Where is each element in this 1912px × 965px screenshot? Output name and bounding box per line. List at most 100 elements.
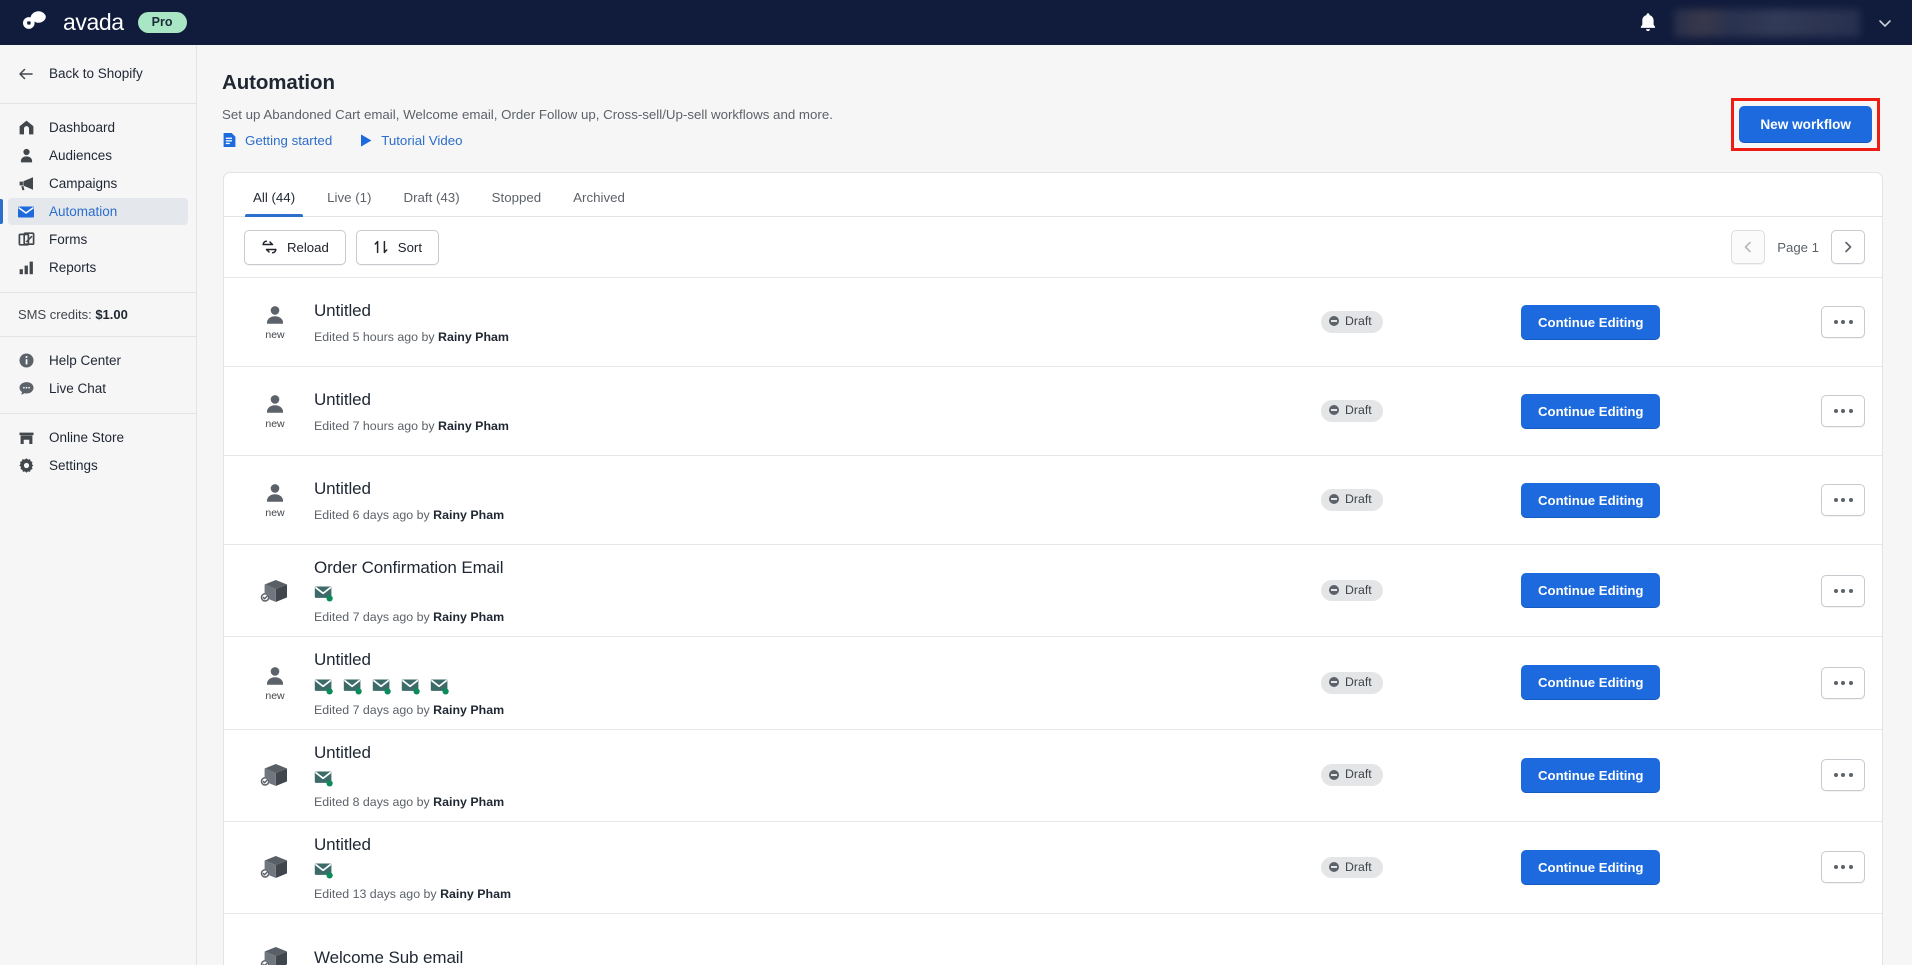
tab-all[interactable]: All (44) xyxy=(237,191,311,216)
sms-credits-value: $1.00 xyxy=(95,307,128,322)
continue-editing-button[interactable]: Continue Editing xyxy=(1521,305,1660,340)
home-icon xyxy=(16,118,36,138)
tutorial-video-link[interactable]: Tutorial Video xyxy=(359,132,462,148)
row-email-nodes xyxy=(314,770,1321,787)
tab-archived[interactable]: Archived xyxy=(557,191,641,216)
prev-page-button[interactable] xyxy=(1731,230,1765,264)
brand[interactable]: avada xyxy=(0,10,124,36)
table-row[interactable]: UntitledEdited 13 days ago by Rainy Pham… xyxy=(224,822,1882,914)
more-actions-button[interactable] xyxy=(1821,306,1865,338)
workflow-tabs: All (44) Live (1) Draft (43) Stopped Arc… xyxy=(224,173,1882,217)
sidebar-item-online-store[interactable]: Online Store xyxy=(8,424,188,451)
sidebar-section-support: Help Center Live Chat xyxy=(0,337,196,414)
chevron-left-icon xyxy=(1741,240,1755,254)
row-trigger-icon xyxy=(252,577,298,605)
row-status-cell: Draft xyxy=(1321,400,1521,421)
row-status-cell: Draft xyxy=(1321,764,1521,785)
more-actions-button[interactable] xyxy=(1821,759,1865,791)
new-tag: new xyxy=(265,419,284,430)
row-author: Rainy Pham xyxy=(433,508,504,522)
more-actions-button[interactable] xyxy=(1821,395,1865,427)
sidebar-item-campaigns[interactable]: Campaigns xyxy=(8,170,188,197)
sidebar-item-help-center[interactable]: Help Center xyxy=(8,347,188,374)
sidebar-item-back-to-shopify[interactable]: Back to Shopify xyxy=(8,55,188,92)
row-author: Rainy Pham xyxy=(440,887,511,901)
row-email-nodes xyxy=(314,678,1321,695)
chevron-down-icon[interactable] xyxy=(1876,14,1894,32)
row-body: UntitledEdited 5 hours ago by Rainy Pham xyxy=(314,288,1321,355)
draft-dot-icon xyxy=(1329,316,1339,326)
row-cta-cell: Continue Editing xyxy=(1521,850,1821,885)
sidebar-item-live-chat[interactable]: Live Chat xyxy=(8,375,188,402)
row-meta: Edited 6 days ago by Rainy Pham xyxy=(314,508,1321,522)
continue-editing-button[interactable]: Continue Editing xyxy=(1521,573,1660,608)
tab-stopped[interactable]: Stopped xyxy=(476,191,558,216)
more-actions-button[interactable] xyxy=(1821,667,1865,699)
user-account-name[interactable] xyxy=(1674,9,1860,37)
sort-arrows-icon xyxy=(373,239,389,255)
workflow-list-card: All (44) Live (1) Draft (43) Stopped Arc… xyxy=(223,172,1883,965)
sms-credits: SMS credits: $1.00 xyxy=(0,293,196,337)
page-header: Automation Set up Abandoned Cart email, … xyxy=(197,45,1912,148)
more-actions-button[interactable] xyxy=(1821,575,1865,607)
row-cta-cell: Continue Editing xyxy=(1521,305,1821,340)
row-trigger-icon: new xyxy=(252,481,298,519)
sidebar-item-reports[interactable]: Reports xyxy=(8,254,188,281)
continue-editing-button[interactable]: Continue Editing xyxy=(1521,850,1660,885)
info-circle-icon xyxy=(16,351,36,371)
row-body: UntitledEdited 8 days ago by Rainy Pham xyxy=(314,730,1321,821)
table-row[interactable]: newUntitledEdited 5 hours ago by Rainy P… xyxy=(224,278,1882,367)
table-row[interactable]: newUntitledEdited 7 hours ago by Rainy P… xyxy=(224,367,1882,456)
reload-button[interactable]: Reload xyxy=(244,230,346,265)
sidebar-item-settings[interactable]: Settings xyxy=(8,452,188,479)
continue-editing-button[interactable]: Continue Editing xyxy=(1521,665,1660,700)
row-status-cell: Draft xyxy=(1321,311,1521,332)
row-meta: Edited 7 days ago by Rainy Pham xyxy=(314,610,1321,624)
table-row[interactable]: Order Confirmation Email Edited 7 days ag… xyxy=(224,545,1882,637)
sidebar-item-label: Campaigns xyxy=(49,177,117,191)
table-row[interactable]: Welcome Sub email xyxy=(224,914,1882,965)
continue-editing-button[interactable]: Continue Editing xyxy=(1521,758,1660,793)
row-body: Order Confirmation Email Edited 7 days ag… xyxy=(314,545,1321,636)
more-actions-button[interactable] xyxy=(1821,484,1865,516)
sort-button[interactable]: Sort xyxy=(356,230,439,265)
page-header-links: Getting started Tutorial Video xyxy=(222,132,1912,148)
row-email-nodes xyxy=(314,862,1321,879)
next-page-button[interactable] xyxy=(1831,230,1865,264)
sidebar-item-dashboard[interactable]: Dashboard xyxy=(8,114,188,141)
tab-live[interactable]: Live (1) xyxy=(311,191,387,216)
person-icon xyxy=(262,481,288,507)
row-cta-cell: Continue Editing xyxy=(1521,665,1821,700)
continue-editing-button[interactable]: Continue Editing xyxy=(1521,483,1660,518)
table-row[interactable]: newUntitledEdited 6 days ago by Rainy Ph… xyxy=(224,456,1882,545)
megaphone-icon xyxy=(16,174,36,194)
table-row[interactable]: UntitledEdited 8 days ago by Rainy PhamD… xyxy=(224,730,1882,822)
sidebar-item-label: Online Store xyxy=(49,431,124,445)
row-more-cell xyxy=(1821,851,1865,883)
email-node-icon xyxy=(430,678,450,695)
sidebar-item-forms[interactable]: Forms xyxy=(8,226,188,253)
row-trigger-icon xyxy=(252,761,298,789)
email-node-icon xyxy=(372,678,392,695)
table-row[interactable]: newUntitledEdited 7 days ago by Rainy Ph… xyxy=(224,637,1882,729)
more-actions-button[interactable] xyxy=(1821,851,1865,883)
row-status-cell: Draft xyxy=(1321,672,1521,693)
continue-editing-button[interactable]: Continue Editing xyxy=(1521,394,1660,429)
row-meta: Edited 7 hours ago by Rainy Pham xyxy=(314,419,1321,433)
email-node-icon xyxy=(401,678,421,695)
chat-bubble-icon xyxy=(16,379,36,399)
tab-draft[interactable]: Draft (43) xyxy=(387,191,475,216)
row-more-cell xyxy=(1821,575,1865,607)
row-meta: Edited 8 days ago by Rainy Pham xyxy=(314,795,1321,809)
draft-dot-icon xyxy=(1329,585,1339,595)
sidebar-item-audiences[interactable]: Audiences xyxy=(8,142,188,169)
page-subtitle: Set up Abandoned Cart email, Welcome ema… xyxy=(222,107,1912,122)
getting-started-link[interactable]: Getting started xyxy=(222,132,332,148)
new-workflow-button[interactable]: New workflow xyxy=(1739,106,1872,143)
sidebar-item-automation[interactable]: Automation xyxy=(8,198,188,225)
sort-label: Sort xyxy=(398,240,422,255)
bell-icon[interactable] xyxy=(1638,12,1658,33)
row-title: Order Confirmation Email xyxy=(314,557,1321,578)
page-title: Automation xyxy=(222,71,1912,95)
workflow-rows: new UntitledEdited 5 hours ago by Rainy P… xyxy=(224,278,1882,965)
